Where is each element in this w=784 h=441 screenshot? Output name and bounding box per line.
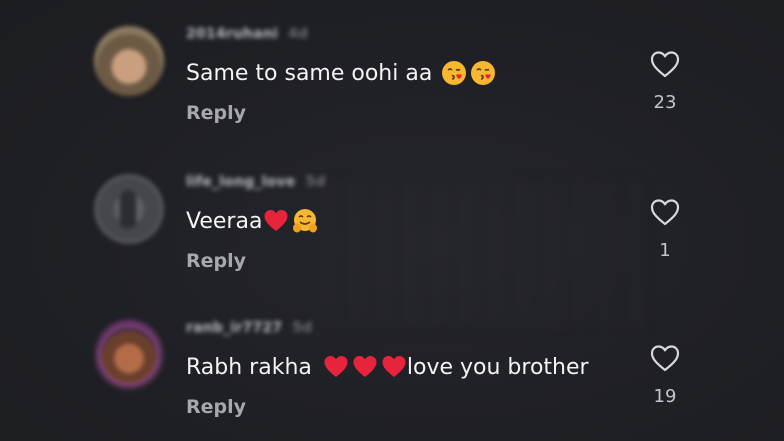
- comment-item: life_long_love 5d Veeraa Reply 1: [0, 160, 784, 300]
- red-heart-emoji: [381, 354, 407, 380]
- comment-item: ranb_ir7727 5d Rabh rakha love you broth…: [0, 306, 784, 441]
- avatar[interactable]: [94, 320, 164, 390]
- reply-button[interactable]: Reply: [186, 102, 246, 124]
- heart-outline-icon[interactable]: [650, 198, 680, 226]
- heart-outline-icon[interactable]: [650, 344, 680, 372]
- username[interactable]: life_long_love: [186, 174, 295, 190]
- red-heart-emoji: [263, 208, 289, 234]
- comment-body-start: Rabh rakha: [186, 354, 319, 380]
- avatar[interactable]: [94, 26, 164, 96]
- kiss-face-emoji: [470, 60, 496, 86]
- comment-header: ranb_ir7727 5d: [186, 320, 312, 336]
- username[interactable]: 2014ruhani: [186, 26, 278, 42]
- hugging-face-emoji: [292, 208, 318, 234]
- comment-body: Veeraa: [186, 208, 263, 234]
- comment-text: Rabh rakha love you brother: [186, 354, 589, 380]
- comment-text: Same to same oohi aa: [186, 60, 496, 86]
- like-count: 1: [659, 240, 671, 261]
- kiss-face-emoji: [441, 60, 467, 86]
- reply-button[interactable]: Reply: [186, 396, 246, 418]
- comment-header: life_long_love 5d: [186, 174, 326, 190]
- comment-text: Veeraa: [186, 208, 318, 234]
- comment-time: 5d: [305, 174, 326, 190]
- comment-header: 2014ruhani 4d: [186, 26, 308, 42]
- heart-outline-icon[interactable]: [650, 50, 680, 78]
- avatar[interactable]: [94, 174, 164, 244]
- reply-button[interactable]: Reply: [186, 250, 246, 272]
- username[interactable]: ranb_ir7727: [186, 320, 282, 336]
- like-count: 23: [653, 92, 677, 113]
- comments-screen: 2014ruhani 4d Same to same oohi aa Reply…: [0, 0, 784, 441]
- comment-item: 2014ruhani 4d Same to same oohi aa Reply…: [0, 12, 784, 152]
- comment-time: 4d: [288, 26, 309, 42]
- like-count: 19: [653, 386, 677, 407]
- red-heart-emoji: [352, 354, 378, 380]
- comment-body-end: love you brother: [406, 354, 589, 380]
- red-heart-emoji: [323, 354, 349, 380]
- comment-body: Same to same oohi aa: [186, 60, 433, 86]
- comment-time: 5d: [292, 320, 313, 336]
